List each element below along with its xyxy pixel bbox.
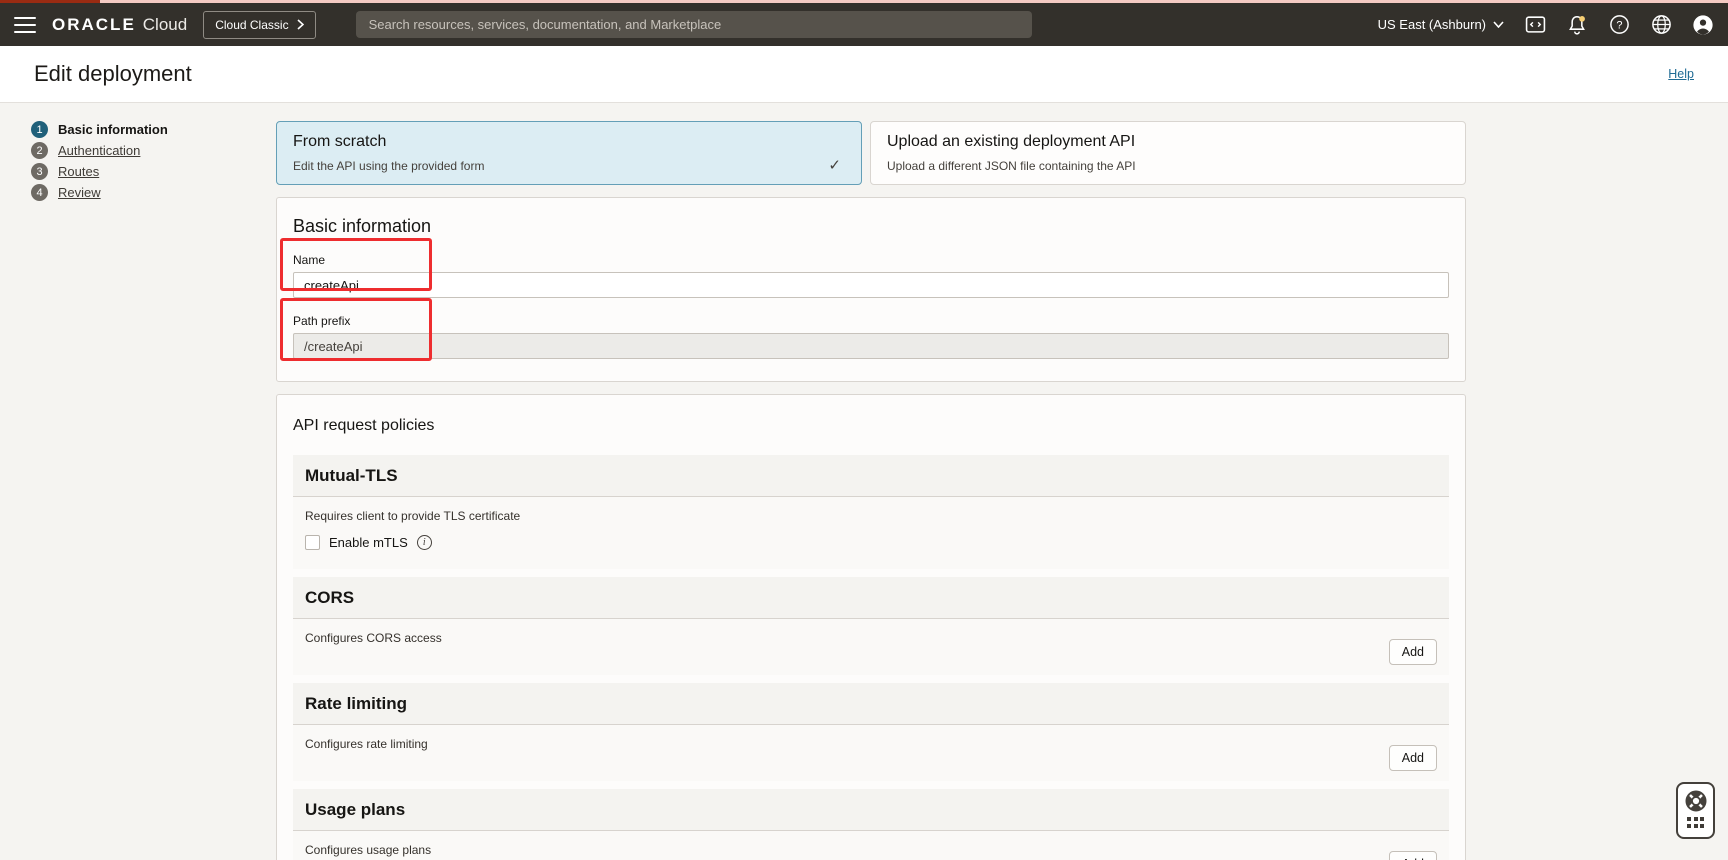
rate-limiting-body: Configures rate limiting Add [293, 725, 1449, 781]
wizard-step-review[interactable]: 4 Review [31, 182, 168, 203]
step-number-badge: 4 [31, 184, 48, 201]
usage-plans-section: Usage plans Configures usage plans Add [293, 789, 1449, 860]
mutual-tls-title: Mutual-TLS [305, 466, 398, 486]
wizard-step-routes[interactable]: 3 Routes [31, 161, 168, 182]
wizard-steps: 1 Basic information 2 Authentication 3 R… [31, 119, 168, 203]
usage-plans-description: Configures usage plans [305, 843, 1437, 857]
hamburger-menu-icon[interactable] [14, 17, 36, 33]
usage-plans-header: Usage plans [293, 789, 1449, 831]
step-number-badge: 1 [31, 121, 48, 138]
enable-mtls-label: Enable mTLS [329, 535, 408, 550]
chevron-right-icon [297, 19, 304, 30]
help-icon[interactable]: ? [1608, 14, 1630, 36]
dots-grid-icon [1687, 817, 1704, 828]
api-request-policies-heading: API request policies [293, 417, 1449, 435]
name-field-label: Name [293, 253, 1449, 267]
region-selector[interactable]: US East (Ashburn) [1378, 17, 1504, 32]
brand-oracle: ORACLE [52, 15, 136, 35]
page-header: Edit deployment Help [0, 46, 1728, 103]
selected-check-icon: ✓ [828, 156, 841, 174]
topbar-right-group: US East (Ashburn) ? [1378, 14, 1714, 36]
step-number-badge: 3 [31, 163, 48, 180]
cors-section: CORS Configures CORS access Add [293, 577, 1449, 675]
upload-api-subtitle: Upload a different JSON file containing … [887, 159, 1449, 173]
from-scratch-title: From scratch [293, 133, 845, 151]
language-globe-icon[interactable] [1650, 14, 1672, 36]
mutual-tls-description: Requires client to provide TLS certifica… [305, 509, 1437, 523]
rate-limiting-description: Configures rate limiting [305, 737, 1437, 751]
oracle-cloud-logo[interactable]: ORACLE Cloud [52, 15, 187, 35]
path-prefix-input [293, 333, 1449, 359]
step-label: Authentication [58, 143, 140, 158]
from-scratch-subtitle: Edit the API using the provided form [293, 159, 845, 173]
page-load-progress-fill [0, 0, 100, 3]
svg-text:?: ? [1616, 19, 1622, 31]
main-form-column: From scratch Edit the API using the prov… [276, 121, 1466, 860]
rate-limiting-add-button[interactable]: Add [1389, 745, 1437, 771]
mutual-tls-body: Requires client to provide TLS certifica… [293, 497, 1449, 569]
search-input[interactable] [356, 11, 1032, 38]
step-label: Review [58, 185, 101, 200]
upload-api-title: Upload an existing deployment API [887, 133, 1449, 151]
basic-information-panel: Basic information Name Path prefix [276, 197, 1466, 382]
content-area: 1 Basic information 2 Authentication 3 R… [0, 103, 1728, 860]
page-title: Edit deployment [34, 61, 192, 87]
help-link[interactable]: Help [1668, 67, 1694, 81]
developer-console-icon[interactable] [1524, 14, 1546, 36]
name-input[interactable] [293, 272, 1449, 298]
chevron-down-icon [1493, 21, 1504, 28]
cloud-classic-button[interactable]: Cloud Classic [203, 11, 315, 39]
rate-limiting-section: Rate limiting Configures rate limiting A… [293, 683, 1449, 781]
upload-api-card[interactable]: Upload an existing deployment API Upload… [870, 121, 1466, 185]
enable-mtls-checkbox[interactable] [305, 535, 320, 550]
cors-description: Configures CORS access [305, 631, 1437, 645]
cors-header: CORS [293, 577, 1449, 619]
wizard-step-basic-information[interactable]: 1 Basic information [31, 119, 168, 140]
region-label: US East (Ashburn) [1378, 17, 1486, 32]
api-request-policies-panel: API request policies Mutual-TLS Requires… [276, 394, 1466, 860]
life-preserver-icon [1684, 789, 1708, 813]
from-scratch-card[interactable]: From scratch Edit the API using the prov… [276, 121, 862, 185]
cors-title: CORS [305, 588, 354, 608]
page-load-progress-bar [0, 0, 1728, 3]
basic-information-heading: Basic information [293, 216, 1449, 237]
cors-body: Configures CORS access Add [293, 619, 1449, 675]
enable-mtls-row: Enable mTLS i [305, 535, 1437, 550]
topbar: ORACLE Cloud Cloud Classic US East (Ashb… [0, 3, 1728, 46]
brand-cloud: Cloud [143, 15, 187, 35]
mutual-tls-section: Mutual-TLS Requires client to provide TL… [293, 455, 1449, 569]
wizard-step-authentication[interactable]: 2 Authentication [31, 140, 168, 161]
usage-plans-body: Configures usage plans Add [293, 831, 1449, 860]
mutual-tls-header: Mutual-TLS [293, 455, 1449, 497]
step-label: Basic information [58, 122, 168, 137]
cloud-classic-label: Cloud Classic [215, 18, 288, 32]
info-icon[interactable]: i [417, 535, 432, 550]
usage-plans-title: Usage plans [305, 800, 405, 820]
usage-plans-add-button[interactable]: Add [1389, 851, 1437, 860]
user-avatar-icon[interactable] [1692, 14, 1714, 36]
step-label: Routes [58, 164, 99, 179]
path-prefix-field-label: Path prefix [293, 314, 1449, 328]
cors-add-button[interactable]: Add [1389, 639, 1437, 665]
step-number-badge: 2 [31, 142, 48, 159]
rate-limiting-title: Rate limiting [305, 694, 407, 714]
support-launcher-widget[interactable] [1676, 782, 1715, 839]
rate-limiting-header: Rate limiting [293, 683, 1449, 725]
api-source-selector: From scratch Edit the API using the prov… [276, 121, 1466, 185]
notifications-bell-icon[interactable] [1566, 14, 1588, 36]
